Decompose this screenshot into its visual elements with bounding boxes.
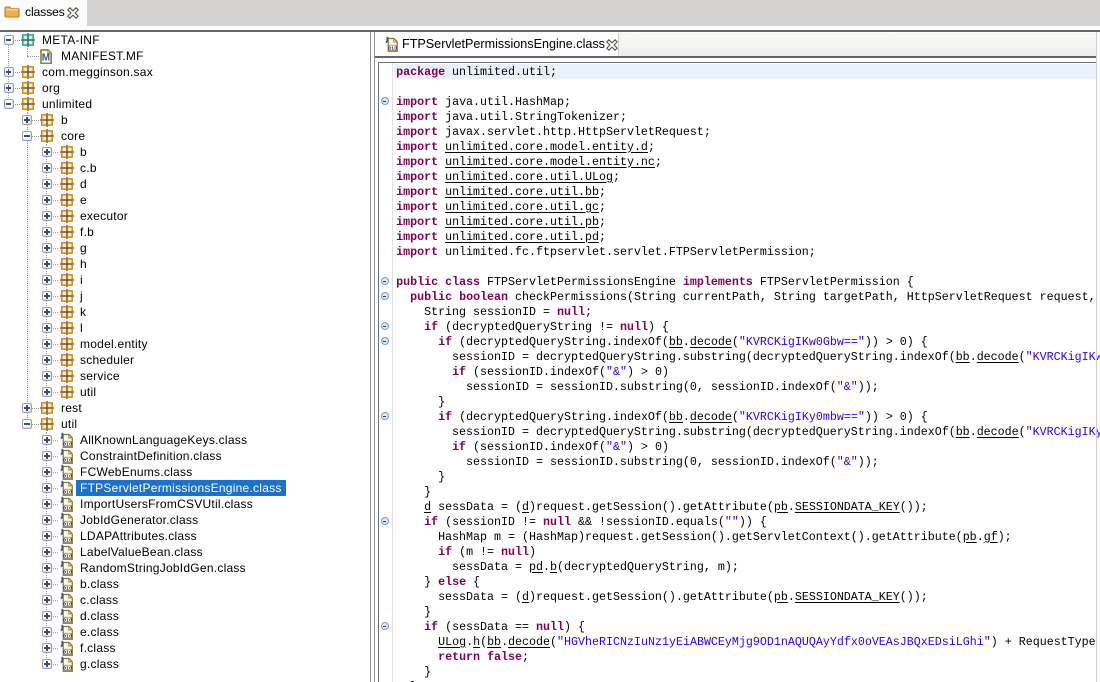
svg-text:010: 010	[63, 585, 72, 591]
svg-text:010: 010	[63, 665, 72, 671]
svg-text:010: 010	[63, 601, 72, 607]
svg-text:010: 010	[388, 45, 397, 51]
svg-text:010: 010	[63, 473, 72, 479]
svg-text:010: 010	[63, 441, 72, 447]
svg-text:010: 010	[63, 457, 72, 463]
svg-text:M: M	[42, 52, 50, 63]
svg-text:010: 010	[63, 537, 72, 543]
svg-text:010: 010	[63, 489, 72, 495]
svg-text:010: 010	[63, 649, 72, 655]
svg-text:010: 010	[63, 633, 72, 639]
svg-text:010: 010	[63, 569, 72, 575]
svg-text:010: 010	[63, 617, 72, 623]
svg-text:010: 010	[63, 553, 72, 559]
svg-text:010: 010	[63, 505, 72, 511]
svg-text:010: 010	[63, 521, 72, 527]
